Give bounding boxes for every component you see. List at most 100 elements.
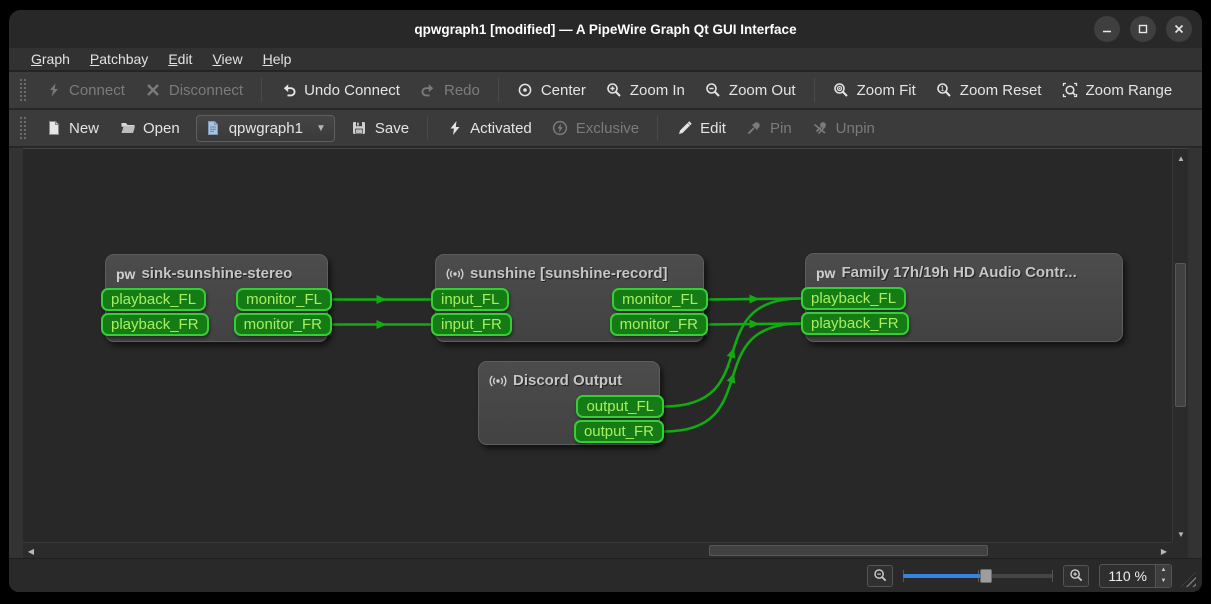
close-button[interactable] xyxy=(1166,16,1192,42)
zoom-spinbox[interactable]: 110 % ▲ ▼ xyxy=(1099,564,1172,588)
port-discord-output-fr[interactable]: output_FR xyxy=(574,420,664,443)
zoom-out-icon xyxy=(873,568,888,583)
port-family-playback-fr[interactable]: playback_FR xyxy=(801,312,909,335)
node-sunshine[interactable]: sunshine [sunshine-record]input_FLinput_… xyxy=(435,254,704,342)
zoom-out-button[interactable] xyxy=(867,565,893,587)
toolbar-button-redo[interactable]: Redo xyxy=(410,77,490,104)
window-title: qpwgraph1 [modified] — A PipeWire Graph … xyxy=(9,22,1202,37)
node-discord[interactable]: Discord Outputoutput_FLoutput_FR xyxy=(478,361,660,445)
toolbar-button-zoom-reset[interactable]: 1Zoom Reset xyxy=(926,77,1052,104)
toolbar-button-save[interactable]: Save xyxy=(341,115,419,142)
toolbar-button-zoom-fit[interactable]: Zoom Fit xyxy=(823,77,926,104)
port-sink-monitor-fr[interactable]: monitor_FR xyxy=(234,313,332,336)
menu-item-view[interactable]: View xyxy=(202,49,252,69)
app-window: qpwgraph1 [modified] — A PipeWire Graph … xyxy=(9,10,1202,592)
wire-arrow-icon xyxy=(727,346,739,358)
scroll-right-arrow-icon[interactable]: ▶ xyxy=(1156,543,1172,559)
menu-item-graph[interactable]: Graph xyxy=(21,49,80,69)
toolbar-button-open[interactable]: Open xyxy=(109,115,190,142)
toolbar-button-label: Zoom Fit xyxy=(857,82,916,99)
node-sink[interactable]: pwsink-sunshine-stereoplayback_FLplaybac… xyxy=(105,254,328,342)
toolbar-button-label: Pin xyxy=(770,120,792,137)
toolbar-separator xyxy=(261,78,262,102)
graph-canvas[interactable]: pwsink-sunshine-stereoplayback_FLplaybac… xyxy=(23,150,1172,542)
node-family[interactable]: pwFamily 17h/19h HD Audio Contr...playba… xyxy=(805,253,1123,342)
scroll-down-arrow-icon[interactable]: ▼ xyxy=(1173,526,1189,542)
maximize-icon xyxy=(1137,23,1149,35)
undo-icon xyxy=(280,82,297,99)
port-sink-monitor-fl[interactable]: monitor_FL xyxy=(236,288,332,311)
scroll-up-arrow-icon[interactable]: ▲ xyxy=(1173,150,1189,166)
toolbar-button-zoom-out[interactable]: Zoom Out xyxy=(695,77,806,104)
connection-wire[interactable] xyxy=(708,299,801,300)
broadcast-icon xyxy=(446,267,464,281)
zoom-range-icon xyxy=(1061,82,1078,99)
minimize-button[interactable] xyxy=(1094,16,1120,42)
connection-wire[interactable] xyxy=(708,324,801,325)
spin-down-button[interactable]: ▼ xyxy=(1156,576,1171,587)
toolbar-drag-handle[interactable] xyxy=(19,116,27,140)
port-family-playback-fl[interactable]: playback_FL xyxy=(801,287,906,310)
toolbar-button-label: Undo Connect xyxy=(304,82,400,99)
menu-item-help[interactable]: Help xyxy=(253,49,302,69)
toolbar-button-activated[interactable]: Activated xyxy=(436,115,542,142)
toolbar-button-zoom-range[interactable]: Zoom Range xyxy=(1051,77,1182,104)
wire-arrow-icon xyxy=(377,295,387,304)
scroll-left-arrow-icon[interactable]: ◀ xyxy=(23,543,39,559)
port-sink-playback-fr[interactable]: playback_FR xyxy=(101,313,209,336)
toolbar-button-center[interactable]: Center xyxy=(507,77,596,104)
toolbar-button-undo-connect[interactable]: Undo Connect xyxy=(270,77,410,104)
toolbar-button-pin[interactable]: Pin xyxy=(736,115,802,142)
toolbar-button-unpin[interactable]: Unpin xyxy=(802,115,885,142)
port-sunshine-monitor-fl[interactable]: monitor_FL xyxy=(612,288,708,311)
port-sunshine-input-fl[interactable]: input_FL xyxy=(431,288,509,311)
redo-icon xyxy=(420,82,437,99)
port-discord-output-fl[interactable]: output_FL xyxy=(576,395,664,418)
title-bar[interactable]: qpwgraph1 [modified] — A PipeWire Graph … xyxy=(9,10,1202,48)
resize-grip[interactable] xyxy=(1181,572,1196,587)
zoom-slider-handle[interactable] xyxy=(980,569,992,583)
toolbar-button-connect[interactable]: Connect xyxy=(35,77,135,104)
node-title: sink-sunshine-stereo xyxy=(141,265,292,282)
menu-item-edit[interactable]: Edit xyxy=(158,49,202,69)
toolbar-button-new[interactable]: New xyxy=(35,115,109,142)
spin-up-button[interactable]: ▲ xyxy=(1156,565,1171,576)
horizontal-scrollbar[interactable]: ◀ ▶ xyxy=(23,542,1172,558)
toolbar-button-edit[interactable]: Edit xyxy=(666,115,736,142)
menu-item-patchbay[interactable]: Patchbay xyxy=(80,49,158,69)
node-title: Discord Output xyxy=(513,372,622,389)
maximize-button[interactable] xyxy=(1130,16,1156,42)
toolbar-button-label: Zoom Out xyxy=(729,82,796,99)
toolbar-button-label: Zoom Reset xyxy=(960,82,1042,99)
status-bar: 110 % ▲ ▼ xyxy=(9,558,1202,592)
horizontal-scrollbar-thumb[interactable] xyxy=(709,545,988,556)
toolbar-button-label: qpwgraph1 xyxy=(229,120,303,137)
unpin-icon xyxy=(812,120,829,137)
chevron-down-icon: ▼ xyxy=(316,123,326,134)
pin-icon xyxy=(746,120,763,137)
toolbar-button-zoom-in[interactable]: Zoom In xyxy=(596,77,695,104)
save-icon xyxy=(351,120,368,137)
toolbar-file: NewOpen qpwgraph1 ▼ Save Activated Exclusive E… xyxy=(9,110,1202,148)
vertical-scrollbar[interactable]: ▲ ▼ xyxy=(1172,150,1188,542)
toolbar-drag-handle[interactable] xyxy=(19,78,27,102)
port-sink-playback-fl[interactable]: playback_FL xyxy=(101,288,206,311)
toolbar-button-exclusive[interactable]: Exclusive xyxy=(542,115,649,142)
toolbar-button-disconnect[interactable]: Disconnect xyxy=(135,77,253,104)
toolbar-separator xyxy=(814,78,815,102)
zoom-in-button[interactable] xyxy=(1063,565,1089,587)
zoom-in-icon xyxy=(606,82,623,99)
vertical-scrollbar-thumb[interactable] xyxy=(1175,263,1186,407)
port-sunshine-input-fr[interactable]: input_FR xyxy=(431,313,512,336)
activated-icon xyxy=(446,120,463,137)
patchbay-selector[interactable]: qpwgraph1 ▼ xyxy=(196,115,335,142)
scrollbar-corner xyxy=(1172,542,1188,558)
toolbar-separator xyxy=(498,78,499,102)
file-icon xyxy=(205,120,222,137)
zoom-slider[interactable] xyxy=(903,566,1053,586)
wire-arrow-icon xyxy=(377,320,387,329)
toolbar-button-label: Exclusive xyxy=(576,120,639,137)
toolbar-button-label: Activated xyxy=(470,120,532,137)
port-sunshine-monitor-fr[interactable]: monitor_FR xyxy=(610,313,708,336)
minimize-icon xyxy=(1101,23,1113,35)
